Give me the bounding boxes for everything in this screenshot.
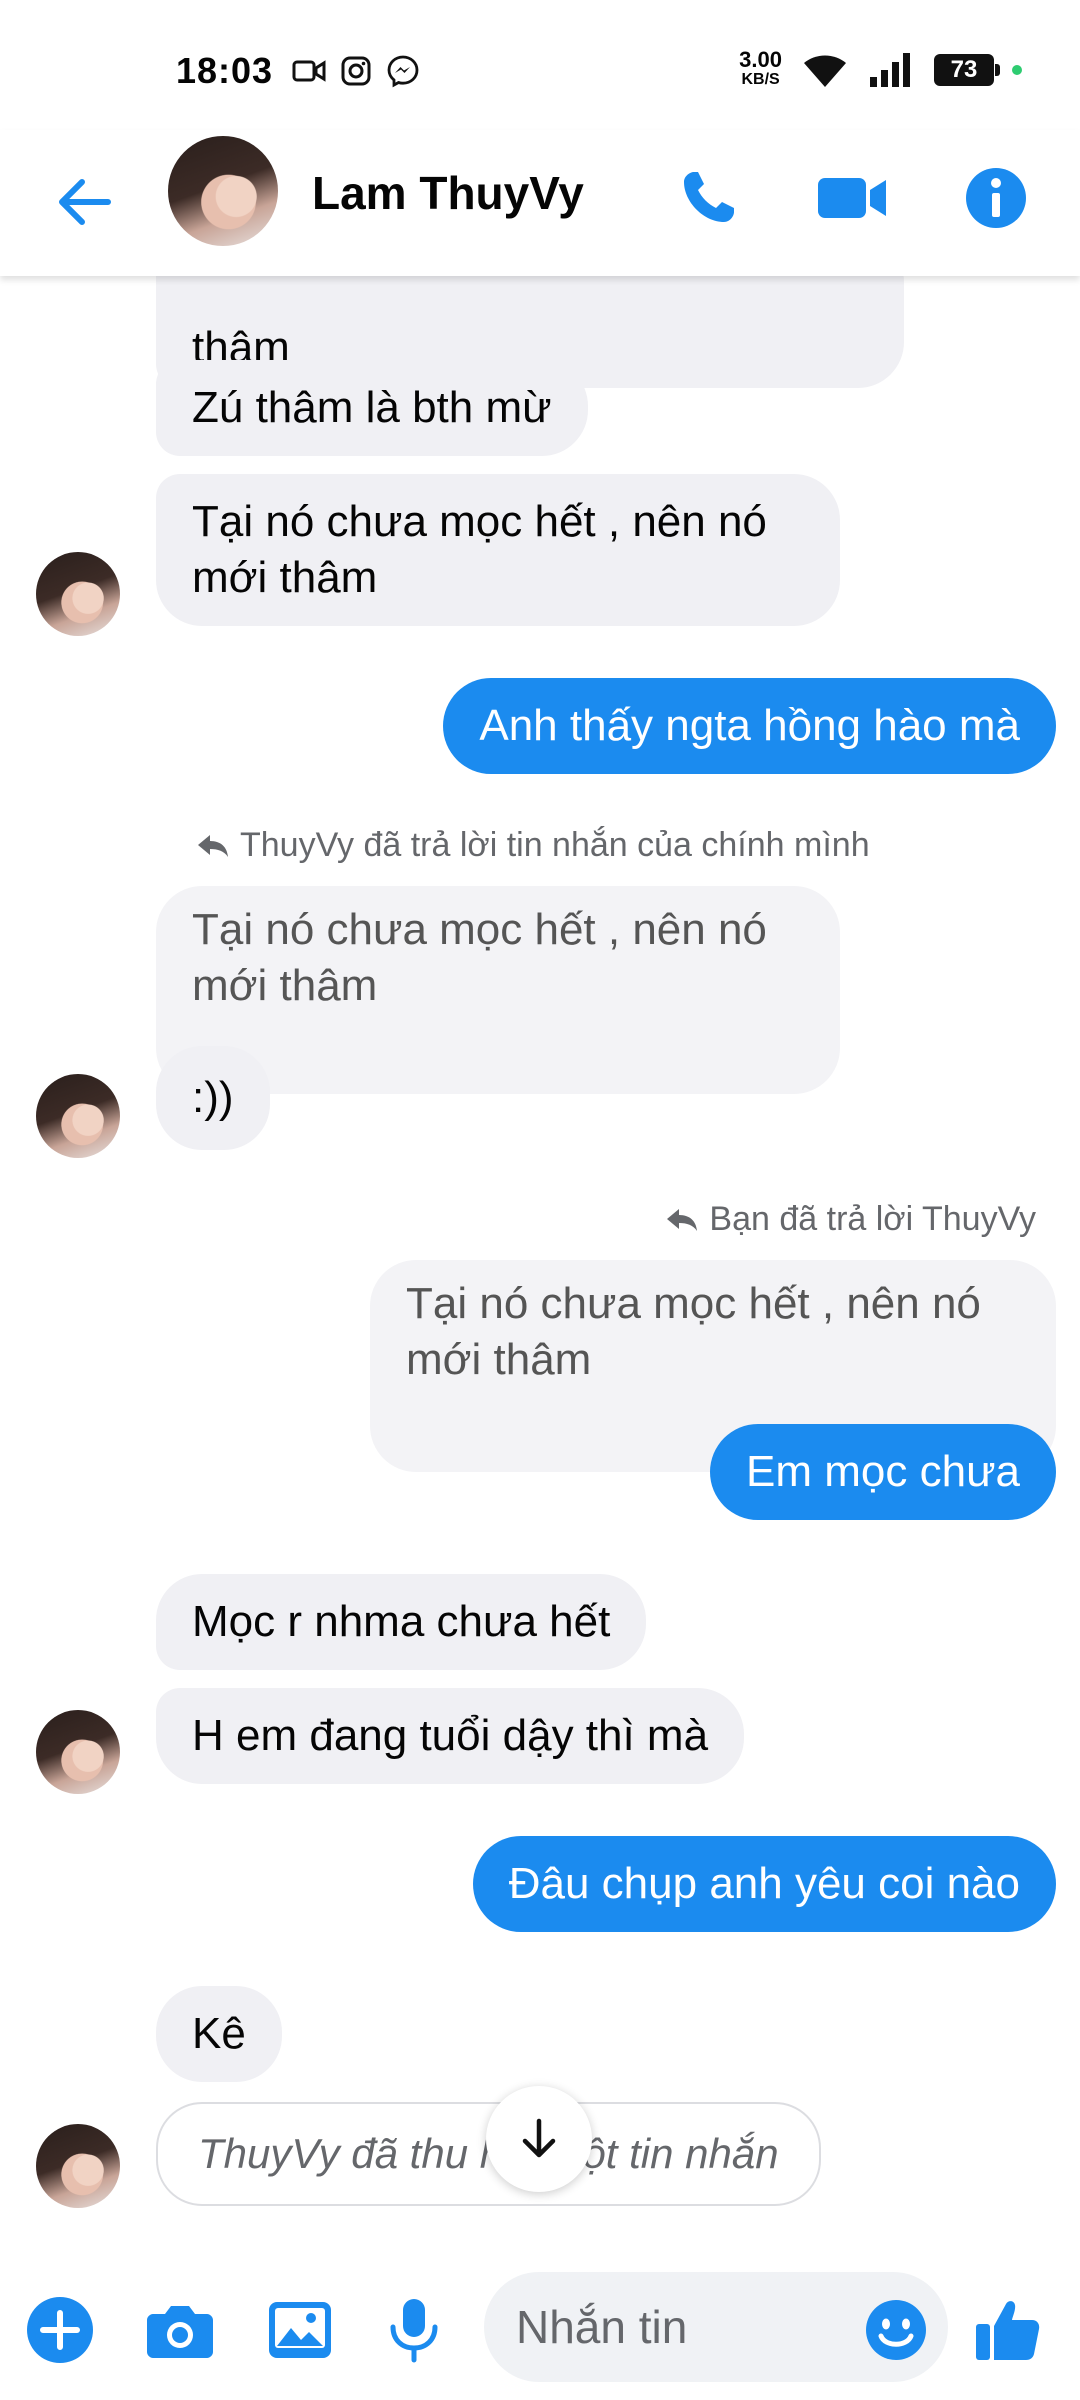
message-list[interactable]: thâm Zú thâm là bth mừ Tại nó chưa mọc h…	[0, 236, 1080, 2236]
message-outgoing[interactable]: Anh thấy ngta hồng hào mà	[443, 678, 1056, 774]
image-icon	[269, 2302, 331, 2358]
net-speed: 3.00 KB/S	[739, 47, 782, 89]
voice-button[interactable]	[374, 2290, 454, 2370]
reply-meta-text: ThuyVy đã trả lời tin nhắn của chính mìn…	[240, 826, 870, 864]
composer-bar	[0, 2268, 1080, 2400]
arrow-left-icon	[59, 179, 111, 225]
message-text: Zú thâm là bth mừ	[192, 383, 552, 432]
messenger-icon	[387, 55, 419, 88]
thumbs-up-icon	[976, 2301, 1040, 2360]
battery-indicator: 73	[934, 54, 1000, 86]
contact-avatar[interactable]	[168, 136, 278, 246]
quoted-text: Tại nó chưa mọc hết , nên nó mới thâm	[406, 1279, 981, 1384]
message-outgoing[interactable]: Đâu chụp anh yêu coi nào	[472, 1836, 1056, 1932]
avatar-image	[36, 2124, 120, 2208]
avatar-image	[36, 1074, 120, 1158]
reply-icon	[198, 834, 228, 857]
message-incoming[interactable]: H em đang tuổi dậy thì mà	[156, 1688, 745, 1784]
video-call-button[interactable]	[812, 158, 892, 238]
scroll-to-bottom-button[interactable]	[486, 2086, 592, 2192]
contact-name[interactable]: Lam ThuyVy	[312, 166, 584, 220]
message-text: Tại nó chưa mọc hết , nên nó mới thâm	[192, 497, 767, 602]
instagram-icon	[341, 56, 371, 86]
signal-icon	[870, 53, 910, 87]
message-outgoing[interactable]: Em mọc chưa	[710, 1424, 1056, 1520]
message-text: Đâu chụp anh yêu coi nào	[508, 1859, 1020, 1908]
avatar-image	[168, 136, 278, 246]
plus-circle-icon	[27, 2297, 93, 2363]
like-button[interactable]	[968, 2290, 1048, 2370]
back-button[interactable]	[52, 170, 116, 234]
reply-icon	[667, 1208, 698, 1231]
system-icons: 3.00 KB/S 73	[739, 47, 1022, 90]
emoji-button[interactable]	[856, 2290, 936, 2370]
privacy-dot	[1012, 65, 1022, 75]
gallery-button[interactable]	[260, 2290, 340, 2370]
info-button[interactable]	[956, 158, 1036, 238]
camera-icon	[147, 2306, 213, 2358]
avatar-image	[36, 1710, 120, 1794]
sender-avatar[interactable]	[36, 1074, 120, 1158]
camera-button[interactable]	[140, 2290, 220, 2370]
phone-icon	[684, 172, 734, 222]
quoted-text: Tại nó chưa mọc hết , nên nó mới thâm	[192, 905, 767, 1010]
video-record-icon	[292, 60, 326, 82]
message-incoming[interactable]: :))	[156, 1046, 270, 1150]
sender-avatar[interactable]	[36, 552, 120, 636]
wifi-icon	[804, 55, 846, 87]
reply-indicator: ThuyVy đã trả lời tin nhắn của chính mìn…	[196, 826, 870, 865]
chat-header: Lam ThuyVy	[0, 130, 1080, 276]
status-time: 18:03	[176, 50, 274, 91]
info-icon	[966, 168, 1026, 228]
sender-avatar[interactable]	[36, 2124, 120, 2208]
reply-indicator: Bạn đã trả lời ThuyVy	[665, 1200, 1036, 1239]
message-text: :))	[192, 1073, 234, 1122]
message-text: Em mọc chưa	[746, 1447, 1020, 1496]
avatar-image	[36, 552, 120, 636]
arrow-down-icon	[522, 2118, 556, 2158]
message-text: Anh thấy ngta hồng hào mà	[479, 701, 1020, 750]
message-text: Kê	[192, 2009, 246, 2058]
message-incoming[interactable]: Tại nó chưa mọc hết , nên nó mới thâm	[156, 474, 840, 626]
reply-meta-text: Bạn đã trả lời ThuyVy	[709, 1200, 1036, 1238]
more-actions-button[interactable]	[20, 2290, 100, 2370]
video-camera-icon	[818, 178, 886, 218]
smiley-icon	[866, 2300, 926, 2360]
microphone-icon	[390, 2299, 438, 2363]
message-incoming[interactable]: Zú thâm là bth mừ	[156, 360, 588, 456]
status-bar: 18:03 3.00 KB/S 73	[0, 0, 1080, 130]
message-incoming[interactable]: Kê	[156, 1986, 282, 2082]
sender-avatar[interactable]	[36, 1710, 120, 1794]
message-text: Mọc r nhma chưa hết	[192, 1597, 611, 1646]
call-button[interactable]	[668, 158, 748, 238]
message-incoming[interactable]: Mọc r nhma chưa hết	[156, 1574, 647, 1670]
notification-icons	[292, 54, 420, 88]
message-text: H em đang tuổi dậy thì mà	[192, 1711, 709, 1760]
